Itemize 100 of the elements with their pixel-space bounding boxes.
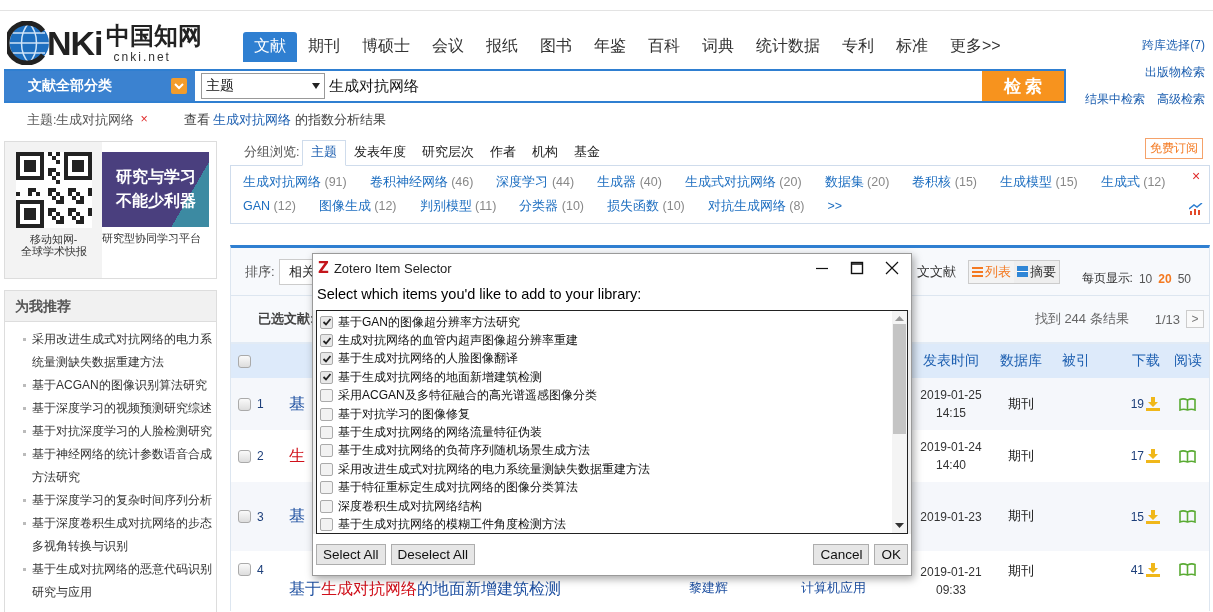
download-icon[interactable] — [1146, 397, 1160, 411]
checkbox[interactable] — [238, 354, 251, 368]
topic-link[interactable]: 深度学习 (44) — [496, 170, 575, 194]
source-link[interactable]: 计算机应用 — [801, 580, 866, 597]
author-link[interactable]: 黎建辉 — [689, 580, 728, 597]
checkbox[interactable] — [320, 426, 333, 440]
next-page-button[interactable]: > — [1186, 310, 1204, 328]
recommend-link[interactable]: 基于ACGAN的图像识别算法研究 — [25, 374, 212, 397]
nav-tab[interactable]: 报纸 — [475, 32, 529, 62]
nav-tab[interactable]: 更多>> — [939, 32, 1012, 62]
group-tab[interactable]: 研究层次 — [414, 141, 483, 165]
topic-link[interactable]: 卷积核 (15) — [912, 170, 978, 194]
article-title-link[interactable]: 基于生成对抗网络的地面新增建筑检测 — [286, 579, 561, 600]
nav-tab[interactable]: 词典 — [691, 32, 745, 62]
dropdown-icon[interactable] — [171, 78, 187, 94]
checkbox[interactable] — [238, 563, 251, 576]
topic-link[interactable]: 生成器 (40) — [597, 170, 662, 194]
topic-link[interactable]: 生成模型 (15) — [1000, 170, 1078, 194]
nav-tab[interactable]: 统计数据 — [745, 32, 831, 62]
nav-tab[interactable]: 会议 — [421, 32, 475, 62]
scroll-up-icon[interactable] — [895, 315, 904, 321]
topic-link[interactable]: 生成式 (12) — [1100, 170, 1166, 194]
checkbox[interactable] — [320, 518, 333, 531]
dialog-button[interactable]: Cancel — [813, 544, 870, 565]
search-bar[interactable]: 文献全部分类 主题 生成对抗网络 检 索 — [4, 69, 1066, 103]
checkbox[interactable] — [320, 352, 333, 366]
column-header[interactable]: 下载 — [1132, 352, 1160, 370]
topic-link[interactable]: 数据集 (20) — [824, 170, 890, 194]
nav-tab[interactable]: 标准 — [885, 32, 939, 62]
topic-link[interactable]: GAN (12) — [243, 194, 296, 218]
column-header[interactable]: 阅读 — [1173, 352, 1202, 370]
article-title-link[interactable]: 生 — [286, 445, 305, 467]
side-link[interactable]: 结果中检索 — [1085, 91, 1145, 108]
book-icon[interactable] — [1179, 449, 1196, 463]
checkbox[interactable] — [238, 397, 251, 411]
topic-link[interactable]: 损失函数 (10) — [607, 194, 685, 218]
recommend-link[interactable]: 基于深度卷积生成对抗网络的步态多视角转换与识别 — [25, 512, 212, 558]
side-link[interactable]: 跨库选择(7) — [1142, 37, 1205, 54]
column-header[interactable]: 被引 — [1062, 352, 1090, 370]
recommend-link[interactable]: 基于深度学习的复杂时间序列分析 — [25, 489, 212, 512]
nav-tab[interactable]: 期刊 — [297, 32, 351, 62]
side-link[interactable]: 高级检索 — [1157, 91, 1205, 108]
topic-link[interactable]: 卷积神经网络 (46) — [369, 170, 474, 194]
topic-link[interactable]: 图像生成 (12) — [318, 194, 397, 218]
book-icon[interactable] — [1179, 563, 1196, 576]
dialog-button[interactable]: Deselect All — [390, 544, 476, 565]
checkbox[interactable] — [320, 407, 333, 421]
side-link[interactable]: 出版物检索 — [1145, 64, 1205, 81]
group-tab[interactable]: 作者 — [482, 141, 525, 165]
dialog-button[interactable]: OK — [874, 544, 908, 565]
nav-tab[interactable]: 专利 — [831, 32, 885, 62]
topic-link[interactable]: 判别模型 (11) — [419, 194, 497, 218]
group-tab[interactable]: 发表年度 — [346, 141, 415, 165]
checkbox[interactable] — [320, 481, 333, 495]
checkbox[interactable] — [238, 449, 251, 463]
nav-tab[interactable]: 年鉴 — [583, 32, 637, 62]
group-tab[interactable]: 机构 — [524, 141, 567, 165]
checkbox[interactable] — [238, 510, 251, 523]
checkbox[interactable] — [320, 315, 333, 329]
nav-tab[interactable]: 百科 — [637, 32, 691, 62]
maximize-icon[interactable] — [850, 261, 864, 275]
checkbox[interactable] — [320, 462, 333, 476]
group-tab[interactable]: 基金 — [566, 141, 609, 165]
column-header[interactable]: 发表时间 — [923, 352, 979, 370]
per-page-option[interactable]: 50 — [1177, 271, 1191, 286]
dialog-button[interactable]: Select All — [316, 544, 386, 565]
checkbox[interactable] — [320, 370, 333, 384]
view-toggle[interactable]: 摘要 — [1013, 260, 1059, 283]
recommend-link[interactable]: 基于神经网络的统计参数语音合成方法研究 — [25, 443, 212, 489]
close-button[interactable]: × — [1191, 168, 1201, 184]
nav-tab[interactable]: 文献 — [243, 32, 297, 62]
scroll-down-icon[interactable] — [895, 523, 904, 529]
download-icon[interactable] — [1146, 449, 1160, 463]
recommend-link[interactable]: 基于生成对抗网络的恶意代码识别研究与应用 — [25, 558, 212, 604]
topic-link[interactable]: 对抗生成网络 (8) — [707, 194, 805, 218]
recommend-link[interactable]: 基于对抗深度学习的人脸检测研究 — [25, 420, 212, 443]
language-option[interactable]: 文文献 — [916, 262, 956, 281]
promo-banner[interactable]: 研究与学习 不能少利器 — [102, 152, 209, 227]
download-icon[interactable] — [1146, 563, 1160, 577]
category-dropdown[interactable]: 文献全部分类 — [4, 71, 195, 101]
trend-chart-icon[interactable] — [1189, 203, 1203, 215]
scrollbar[interactable] — [892, 311, 907, 533]
remove-button[interactable]: × — [140, 111, 148, 129]
book-icon[interactable] — [1179, 510, 1196, 523]
checkbox[interactable] — [320, 389, 333, 403]
article-title-link[interactable]: 基 — [286, 506, 305, 527]
nav-tab[interactable]: 博硕士 — [351, 32, 421, 62]
nav-tab[interactable]: 图书 — [529, 32, 583, 62]
checkbox[interactable] — [320, 499, 333, 513]
recommend-link[interactable]: 基于深度学习的视频预测研究综述 — [25, 397, 212, 420]
recommend-link[interactable]: 采用改进生成式对抗网络的电力系统量测缺失数据重建方法 — [25, 328, 212, 374]
topic-link[interactable]: 分类器 (10) — [519, 194, 585, 218]
checkbox[interactable] — [320, 334, 333, 348]
article-title-link[interactable]: 基 — [286, 393, 305, 415]
column-header[interactable]: 数据库 — [1000, 352, 1042, 370]
close-icon[interactable] — [885, 261, 899, 275]
topic-link[interactable]: 生成对抗网络 (91) — [243, 170, 347, 194]
topic-link[interactable]: 生成式对抗网络 (20) — [684, 170, 802, 194]
field-dropdown[interactable]: 主题 — [201, 73, 325, 99]
checkbox[interactable] — [320, 444, 333, 458]
